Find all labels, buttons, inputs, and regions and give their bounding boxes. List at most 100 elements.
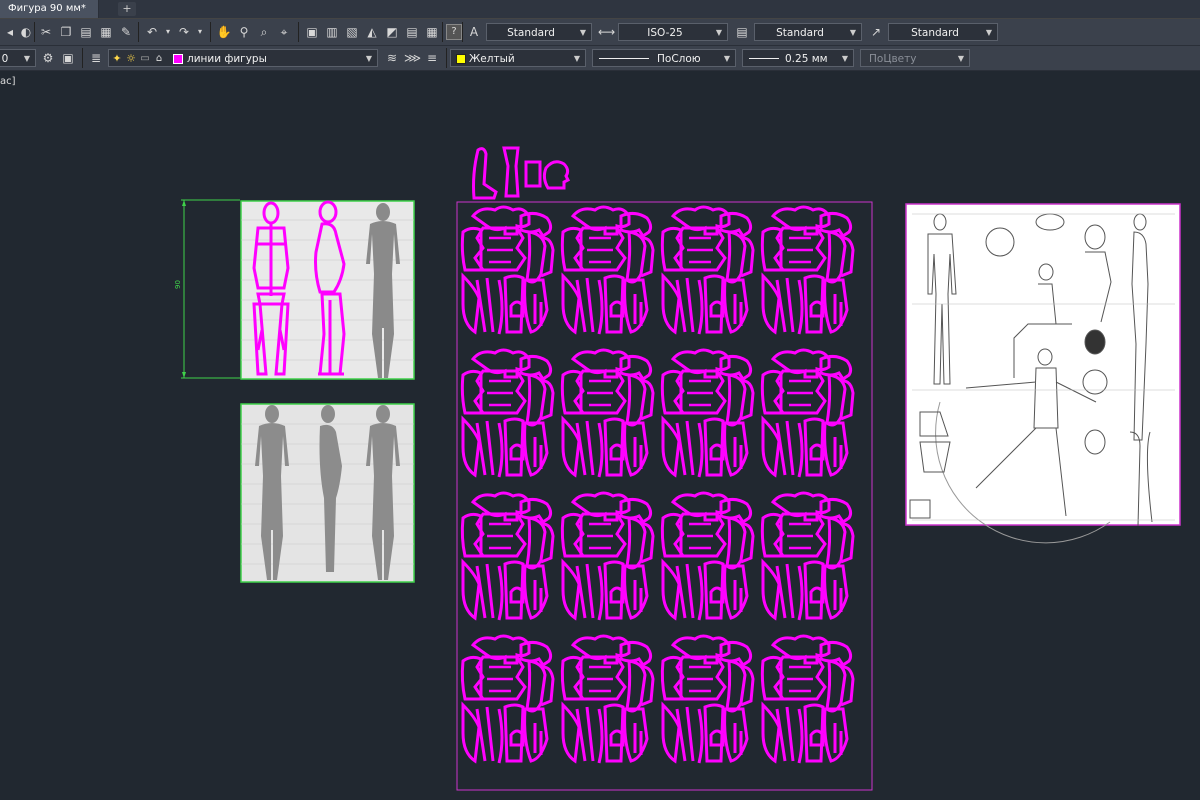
reference-image-figures-overlay[interactable] bbox=[240, 200, 415, 380]
chevron-down-icon: ▼ bbox=[985, 28, 993, 37]
table-style-select[interactable]: Standard ▼ bbox=[754, 23, 862, 41]
lineweight-value: 0.25 мм bbox=[785, 53, 828, 65]
layer-previous-icon[interactable]: ⋙ bbox=[404, 50, 421, 66]
new-tab-button[interactable]: + bbox=[118, 2, 136, 16]
table-style-icon[interactable]: ▤ bbox=[734, 24, 750, 40]
plotstyle-value: ПоЦвету bbox=[869, 53, 917, 65]
drawing-canvas[interactable]: 90 bbox=[0, 72, 1200, 800]
template-set[interactable] bbox=[660, 634, 755, 765]
undo-icon[interactable]: ↶ bbox=[144, 24, 160, 40]
layers-properties-toolbar: 0 ▼ ⚙ ▣ ≣ ✦ ☼ ▭ ⌂ линии фигуры ▼ ≋ ⋙ ≡ Ж… bbox=[0, 46, 1200, 71]
template-set[interactable] bbox=[460, 634, 555, 765]
template-set[interactable] bbox=[560, 491, 655, 622]
text-style-select[interactable]: Standard ▼ bbox=[486, 23, 592, 41]
help-icon[interactable]: ? bbox=[446, 24, 462, 40]
dimension-line bbox=[181, 199, 240, 379]
standard-toolbar: ◂ ◐ ✂ ❐ ▤ ▦ ✎ ↶ ▾ ↷ ▾ ✋ ⚲ ⌕ ⌖ ▣ ▥ ▧ ◭ ◩ … bbox=[0, 19, 1200, 46]
dim-style-select[interactable]: ISO-25 ▼ bbox=[618, 23, 728, 41]
template-set[interactable] bbox=[660, 348, 755, 479]
redo-icon[interactable]: ↷ bbox=[176, 24, 192, 40]
lightbulb-icon: ✦ bbox=[112, 52, 122, 65]
calculator-icon[interactable]: ▦ bbox=[424, 24, 440, 40]
reference-image-anatomy[interactable] bbox=[240, 403, 415, 583]
sheet-set-icon[interactable]: ◭ bbox=[364, 24, 380, 40]
workspace-select[interactable]: 0 ▼ bbox=[0, 49, 36, 67]
tab-figura-90[interactable]: Фигура 90 мм* bbox=[0, 0, 99, 18]
text-style-value: Standard bbox=[507, 27, 555, 39]
linetype-preview bbox=[599, 58, 649, 59]
zoom-window-icon[interactable]: ⌕ bbox=[256, 24, 272, 40]
chevron-down-icon: ▼ bbox=[23, 54, 31, 63]
match-properties-icon[interactable]: ✎ bbox=[118, 24, 134, 40]
copy-icon[interactable]: ❐ bbox=[58, 24, 74, 40]
template-set[interactable] bbox=[760, 634, 855, 765]
chevron-down-icon: ▼ bbox=[723, 54, 731, 63]
mleader-style-value: Standard bbox=[911, 27, 959, 39]
template-set[interactable] bbox=[560, 205, 655, 336]
lineweight-preview bbox=[749, 58, 779, 59]
plotstyle-select: ПоЦвету ▼ bbox=[860, 49, 970, 67]
globe-icon[interactable]: ◐ bbox=[18, 24, 34, 40]
markup-icon[interactable]: ◩ bbox=[384, 24, 400, 40]
template-set[interactable] bbox=[760, 348, 855, 479]
separator bbox=[210, 22, 211, 42]
template-set[interactable] bbox=[560, 348, 655, 479]
dimension-value: 90 bbox=[174, 280, 182, 289]
separator bbox=[82, 48, 83, 68]
mleader-style-select[interactable]: Standard ▼ bbox=[888, 23, 998, 41]
separator bbox=[446, 48, 447, 68]
back-icon[interactable]: ◂ bbox=[2, 24, 18, 40]
quickcalc-icon[interactable]: ▤ bbox=[404, 24, 420, 40]
make-current-layer-icon[interactable]: ≋ bbox=[384, 50, 400, 66]
design-center-icon[interactable]: ▥ bbox=[324, 24, 340, 40]
template-set[interactable] bbox=[660, 205, 755, 336]
layer-properties-icon[interactable]: ≣ bbox=[88, 50, 104, 66]
paste-icon[interactable]: ▤ bbox=[78, 24, 94, 40]
chevron-down-icon: ▼ bbox=[573, 54, 581, 63]
properties-icon[interactable]: ▣ bbox=[304, 24, 320, 40]
color-name: Желтый bbox=[469, 53, 515, 65]
layer-select[interactable]: ✦ ☼ ▭ ⌂ линии фигуры ▼ bbox=[108, 49, 378, 67]
chevron-down-icon: ▼ bbox=[579, 28, 587, 37]
separator bbox=[298, 22, 299, 42]
template-set[interactable] bbox=[460, 491, 555, 622]
linetype-select[interactable]: ПоСлою ▼ bbox=[592, 49, 736, 67]
chevron-down-icon: ▼ bbox=[715, 28, 723, 37]
undo-dropdown-icon[interactable]: ▾ bbox=[160, 24, 176, 40]
template-grid bbox=[460, 205, 855, 765]
template-set[interactable] bbox=[760, 205, 855, 336]
sun-icon: ☼ bbox=[126, 52, 136, 65]
reference-image-proportions[interactable] bbox=[905, 203, 1181, 544]
text-style-icon[interactable]: A bbox=[466, 24, 482, 40]
dim-style-icon[interactable]: ⟷ bbox=[598, 24, 615, 40]
color-select[interactable]: Желтый ▼ bbox=[450, 49, 586, 67]
template-set[interactable] bbox=[760, 491, 855, 622]
viewport-icon[interactable]: ▣ bbox=[60, 50, 76, 66]
layer-state-icon[interactable]: ≡ bbox=[424, 50, 440, 66]
tool-palettes-icon[interactable]: ▧ bbox=[344, 24, 360, 40]
chevron-down-icon: ▼ bbox=[849, 28, 857, 37]
workspace-value: 0 bbox=[1, 53, 9, 65]
separator bbox=[442, 22, 443, 42]
paste-block-icon[interactable]: ▦ bbox=[98, 24, 114, 40]
layer-name: линии фигуры bbox=[187, 53, 267, 65]
document-tab-bar: Фигура 90 мм* + bbox=[0, 0, 1200, 19]
table-style-value: Standard bbox=[776, 27, 824, 39]
gear-icon[interactable]: ⚙ bbox=[40, 50, 56, 66]
template-set[interactable] bbox=[660, 491, 755, 622]
mleader-style-icon[interactable]: ↗ bbox=[868, 24, 884, 40]
pan-icon[interactable]: ✋ bbox=[216, 24, 232, 40]
lineweight-select[interactable]: 0.25 мм ▼ bbox=[742, 49, 854, 67]
template-set[interactable] bbox=[460, 348, 555, 479]
redo-dropdown-icon[interactable]: ▾ bbox=[192, 24, 208, 40]
chevron-down-icon: ▼ bbox=[365, 54, 373, 63]
template-set[interactable] bbox=[560, 634, 655, 765]
viewport-freeze-icon: ▭ bbox=[140, 53, 150, 64]
zoom-realtime-icon[interactable]: ⚲ bbox=[236, 24, 252, 40]
small-templates[interactable] bbox=[472, 146, 571, 200]
zoom-previous-icon[interactable]: ⌖ bbox=[276, 24, 292, 40]
template-set[interactable] bbox=[460, 205, 555, 336]
linetype-name: ПоСлою bbox=[657, 53, 701, 65]
layer-color-swatch bbox=[173, 54, 183, 64]
cut-icon[interactable]: ✂ bbox=[38, 24, 54, 40]
